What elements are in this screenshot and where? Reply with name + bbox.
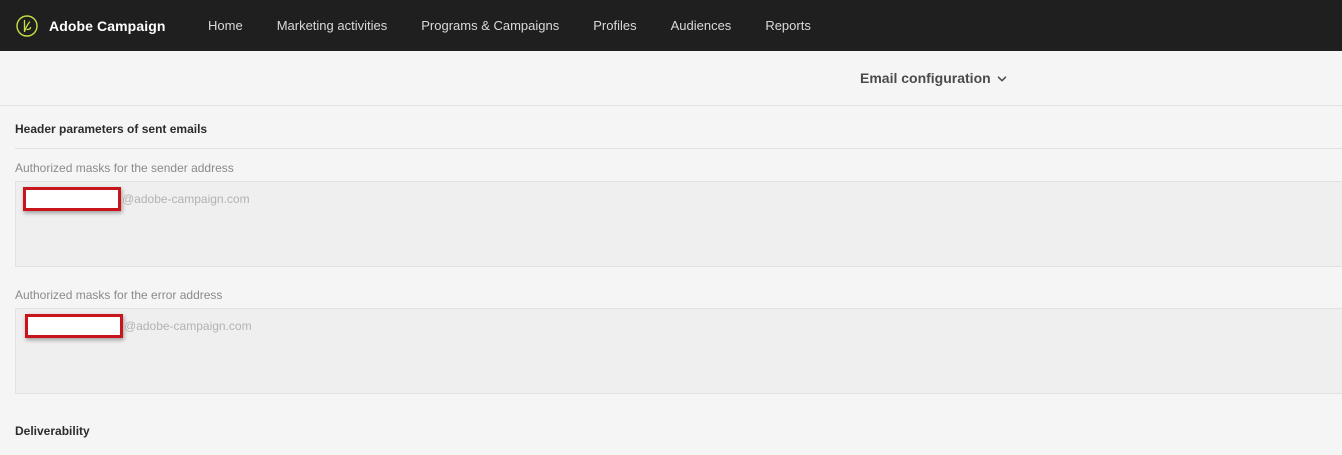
section-title-header-parameters: Header parameters of sent emails xyxy=(15,106,1342,149)
error-mask-local-part-input[interactable] xyxy=(25,314,123,338)
main-nav: Home Marketing activities Programs & Cam… xyxy=(208,18,845,33)
email-configuration-form: Header parameters of sent emails Authori… xyxy=(15,106,1342,449)
chevron-down-icon xyxy=(997,75,1006,81)
nav-item-reports[interactable]: Reports xyxy=(765,18,811,33)
section-title-deliverability: Deliverability xyxy=(15,424,90,438)
page-header: Email configuration xyxy=(0,51,1342,106)
nav-item-audiences[interactable]: Audiences xyxy=(671,18,732,33)
sender-mask-domain: @adobe-campaign.com xyxy=(122,192,250,206)
top-navigation-bar: Adobe Campaign Home Marketing activities… xyxy=(0,0,1342,51)
adobe-campaign-logo-icon xyxy=(16,14,38,37)
sender-masks-field[interactable]: @adobe-campaign.com xyxy=(15,181,1342,267)
nav-item-profiles[interactable]: Profiles xyxy=(593,18,636,33)
sender-mask-row: @adobe-campaign.com xyxy=(23,187,250,211)
email-configuration-dropdown[interactable]: Email configuration xyxy=(860,70,1007,86)
error-masks-label: Authorized masks for the error address xyxy=(15,288,223,302)
page-title: Email configuration xyxy=(860,70,991,86)
nav-item-home[interactable]: Home xyxy=(208,18,243,33)
nav-item-programs-campaigns[interactable]: Programs & Campaigns xyxy=(421,18,559,33)
brand[interactable]: Adobe Campaign xyxy=(16,14,191,37)
sender-masks-label: Authorized masks for the sender address xyxy=(15,161,234,175)
brand-name: Adobe Campaign xyxy=(49,17,166,34)
sender-mask-local-part-input[interactable] xyxy=(23,187,121,211)
nav-item-marketing-activities[interactable]: Marketing activities xyxy=(277,18,388,33)
error-mask-row: @adobe-campaign.com xyxy=(25,314,252,338)
error-masks-field[interactable]: @adobe-campaign.com xyxy=(15,308,1342,394)
error-mask-domain: @adobe-campaign.com xyxy=(124,319,252,333)
